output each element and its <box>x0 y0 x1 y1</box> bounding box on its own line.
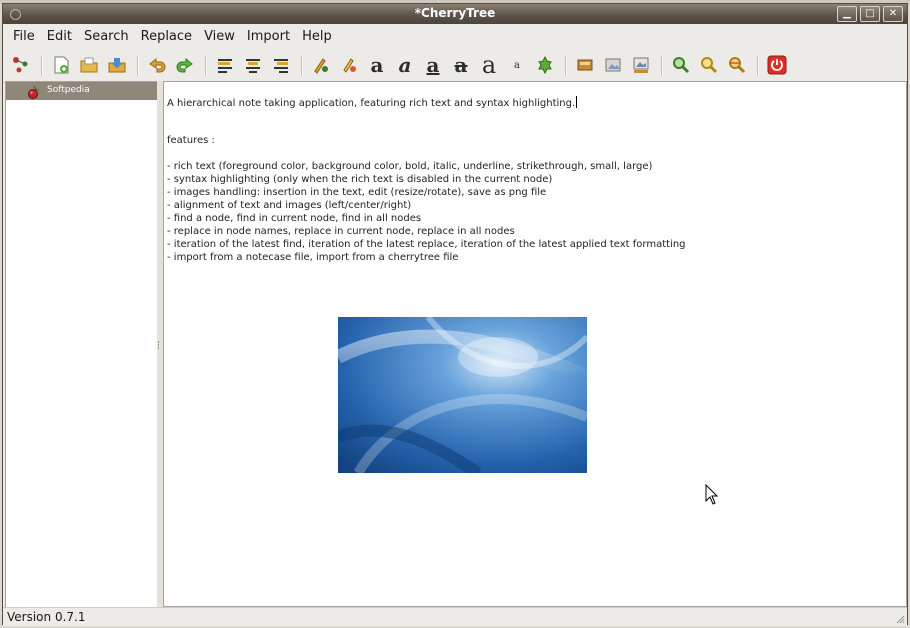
node-tree-panel[interactable]: Softpedia <box>5 81 159 609</box>
replace-icon[interactable] <box>725 54 749 76</box>
embedded-image[interactable] <box>338 317 587 473</box>
resize-grip-icon[interactable] <box>895 614 905 624</box>
text-caret <box>576 96 578 108</box>
maximize-button[interactable]: □ <box>860 6 880 22</box>
menu-replace[interactable]: Replace <box>135 29 198 44</box>
toolbar: a a a a a a <box>3 48 907 83</box>
separator <box>301 56 303 76</box>
feature-item: - find a node, find in current node, fin… <box>167 213 422 224</box>
feature-item: - replace in node names, replace in curr… <box>167 226 515 237</box>
minimize-button[interactable]: ▁ <box>837 6 857 22</box>
code-highlight-icon[interactable] <box>533 54 557 76</box>
separator <box>565 56 567 76</box>
status-bar: Version 0.7.1 <box>3 607 907 626</box>
cherry-icon <box>28 85 40 99</box>
foreground-color-icon[interactable] <box>309 54 333 76</box>
feature-item: - rich text (foreground color, backgroun… <box>167 161 653 172</box>
small-text-icon[interactable]: a <box>505 54 529 76</box>
strikethrough-icon[interactable]: a <box>449 53 473 77</box>
new-node-icon[interactable] <box>49 54 73 76</box>
align-center-icon[interactable] <box>241 54 265 76</box>
window-controls: ▁ □ ✕ <box>837 6 903 22</box>
feature-item: - syntax highlighting (only when the ric… <box>167 174 553 185</box>
align-right-icon[interactable] <box>269 54 293 76</box>
open-folder-icon[interactable] <box>77 54 101 76</box>
separator <box>757 56 759 76</box>
separator <box>205 56 207 76</box>
redo-icon[interactable] <box>173 54 197 76</box>
text-editor[interactable]: A hierarchical note taking application, … <box>163 81 907 607</box>
undo-icon[interactable] <box>145 54 169 76</box>
window-title: *CherryTree <box>414 6 496 20</box>
background-color-icon[interactable] <box>337 54 361 76</box>
insert-image-icon[interactable] <box>573 54 597 76</box>
menu-view[interactable]: View <box>198 29 241 44</box>
intro-line: A hierarchical note taking application, … <box>167 96 578 109</box>
find-again-icon[interactable] <box>697 54 721 76</box>
underline-icon[interactable]: a <box>421 53 445 77</box>
italic-icon[interactable]: a <box>393 53 417 77</box>
cherrytree-window: *CherryTree ▁ □ ✕ File Edit Search Repla… <box>2 3 908 626</box>
menu-edit[interactable]: Edit <box>41 29 78 44</box>
version-label: Version 0.7.1 <box>7 610 86 624</box>
align-left-icon[interactable] <box>213 54 237 76</box>
quit-icon[interactable] <box>765 54 789 76</box>
separator <box>661 56 663 76</box>
feature-item: - images handling: insertion in the text… <box>167 187 547 198</box>
intro-text: A hierarchical note taking application, … <box>167 98 576 109</box>
menu-import[interactable]: Import <box>241 29 296 44</box>
menu-help[interactable]: Help <box>296 29 338 44</box>
edit-image-icon[interactable] <box>601 54 625 76</box>
find-icon[interactable] <box>669 54 693 76</box>
tree-node-label: Softpedia <box>47 85 90 95</box>
separator <box>41 56 43 76</box>
large-text-icon[interactable]: a <box>477 51 501 79</box>
separator <box>137 56 139 76</box>
bold-icon[interactable]: a <box>365 53 389 77</box>
menu-file[interactable]: File <box>7 29 41 44</box>
tree-icon[interactable] <box>9 54 33 76</box>
feature-item: - iteration of the latest find, iteratio… <box>167 239 686 250</box>
features-heading: features : <box>167 135 215 146</box>
menu-search[interactable]: Search <box>78 29 135 44</box>
save-image-icon[interactable] <box>629 54 653 76</box>
close-button[interactable]: ✕ <box>883 6 903 22</box>
mouse-pointer-icon <box>705 484 719 505</box>
tree-node[interactable]: Softpedia <box>6 82 158 100</box>
feature-item: - import from a notecase file, import fr… <box>167 252 459 263</box>
save-icon[interactable] <box>105 54 129 76</box>
title-bar[interactable]: *CherryTree ▁ □ ✕ <box>3 4 907 24</box>
menu-bar: File Edit Search Replace View Import Hel… <box>3 25 907 47</box>
feature-item: - alignment of text and images (left/cen… <box>167 200 412 211</box>
